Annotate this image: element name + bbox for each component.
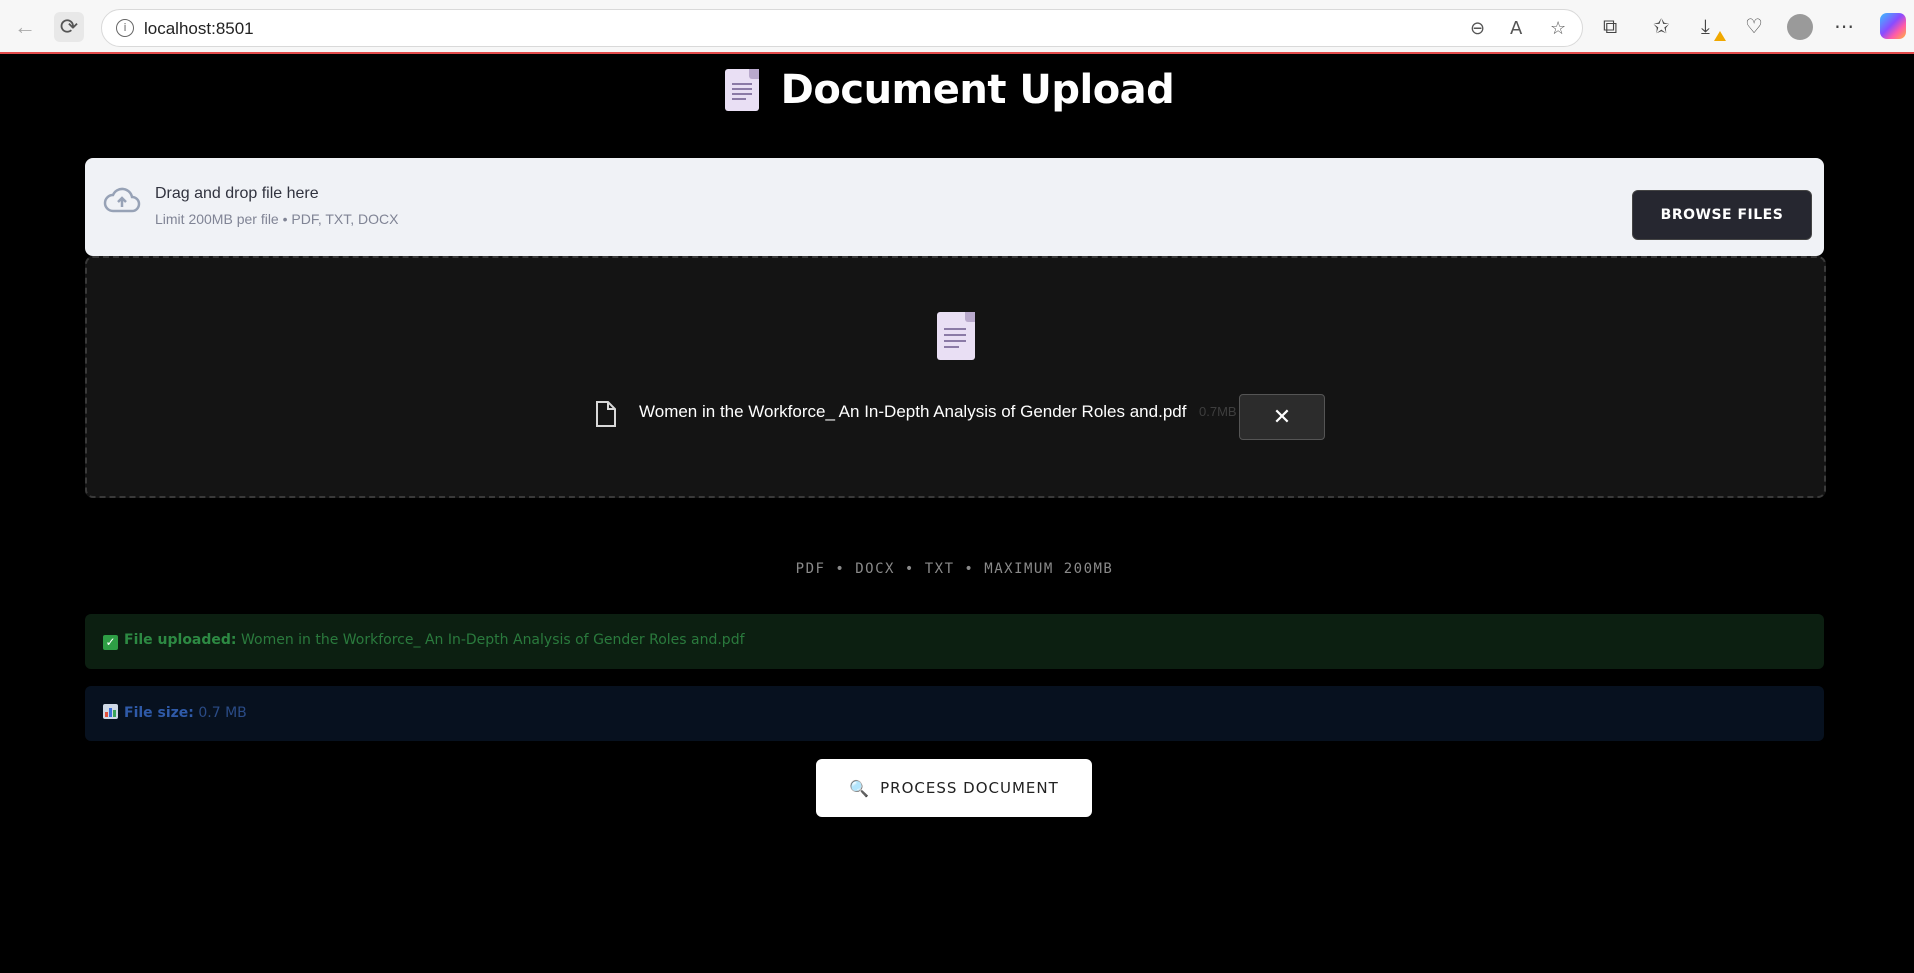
title-row: Document Upload [0, 60, 1904, 120]
document-icon [724, 69, 759, 111]
bar-chart-icon [103, 704, 118, 719]
downloads-icon[interactable]: ⤓ [1701, 14, 1710, 38]
reload-button[interactable]: ⟳ [54, 12, 84, 42]
upload-success-alert: ✓ File uploaded: Women in the Workforce_ … [85, 614, 1824, 669]
magnifier-icon: 🔍 [849, 778, 871, 798]
read-aloud-icon[interactable]: A [1510, 18, 1522, 39]
favorite-star-icon[interactable]: ☆ [1550, 18, 1566, 39]
file-size-value: 0.7 MB [198, 705, 247, 721]
browser-toolbar: ← ⟳ i localhost:8501 ⊖ A ☆ ⧉ ✩ ⤓ ♡ ⋯ [0, 0, 1914, 54]
more-options-icon[interactable]: ⋯ [1834, 14, 1854, 38]
dropzone-instructions: Drag and drop file here [155, 185, 319, 202]
uploaded-label: File uploaded: [124, 632, 237, 648]
checkmark-icon: ✓ [103, 635, 118, 650]
url-text: localhost:8501 [144, 19, 254, 38]
uploaded-file-value: Women in the Workforce_ An In-Depth Anal… [240, 632, 745, 648]
process-document-button[interactable]: 🔍 PROCESS DOCUMENT [816, 759, 1092, 817]
supported-formats-caption: PDF • DOCX • TXT • MAXIMUM 200MB [795, 561, 1114, 577]
close-icon: ✕ [1272, 404, 1292, 430]
warning-icon [1714, 31, 1726, 41]
site-info-icon[interactable]: i [116, 19, 134, 37]
browse-files-button[interactable]: BROWSE FILES [1632, 190, 1812, 240]
file-size-alert: File size: 0.7 MB [85, 686, 1824, 741]
file-icon [596, 401, 616, 427]
favorites-icon[interactable]: ✩ [1653, 14, 1670, 38]
extensions-icon[interactable]: ⧉ [1603, 14, 1617, 38]
uploaded-file-panel: Women in the Workforce_ An In-Depth Anal… [85, 256, 1826, 498]
dropzone-limit: Limit 200MB per file • PDF, TXT, DOCX [155, 211, 399, 227]
file-dropzone[interactable]: Drag and drop file here Limit 200MB per … [85, 158, 1824, 256]
document-icon [937, 312, 975, 360]
page-title: Document Upload [780, 67, 1175, 113]
remove-file-button[interactable]: ✕ [1239, 394, 1325, 440]
file-size-label: File size: [124, 705, 194, 721]
zoom-icon[interactable]: ⊖ [1470, 18, 1485, 39]
app-main: Document Upload Drag and drop file here … [5, 54, 1914, 973]
profile-avatar[interactable] [1787, 14, 1813, 40]
browser-health-icon[interactable]: ♡ [1745, 14, 1763, 38]
address-bar[interactable]: i localhost:8501 ⊖ A ☆ [101, 9, 1583, 47]
process-document-label: PROCESS DOCUMENT [880, 779, 1059, 797]
cloud-upload-icon [103, 187, 141, 213]
uploaded-file-name: Women in the Workforce_ An In-Depth Anal… [639, 402, 1187, 421]
copilot-icon[interactable] [1880, 13, 1906, 39]
uploaded-file-row: Women in the Workforce_ An In-Depth Anal… [87, 394, 1824, 440]
uploaded-file-size: 0.7MB [1199, 404, 1237, 419]
back-button[interactable]: ← [10, 12, 40, 42]
